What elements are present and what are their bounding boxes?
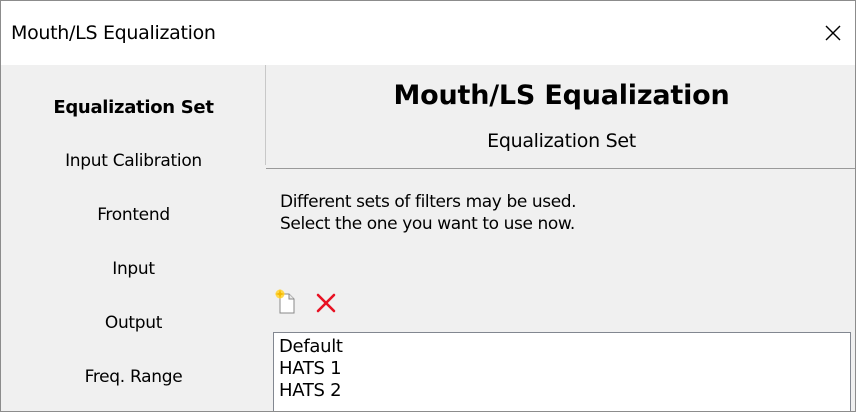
title-bar: Mouth/LS Equalization xyxy=(1,1,855,65)
close-icon xyxy=(825,25,841,41)
sidebar-item-freq-range[interactable]: Freq. Range xyxy=(1,352,266,402)
list-item[interactable]: HATS 2 xyxy=(274,380,850,402)
new-set-button[interactable] xyxy=(272,287,300,317)
sidebar-item-frontend[interactable]: Frontend xyxy=(1,190,266,240)
sidebar-item-input-calibration[interactable]: Input Calibration xyxy=(1,136,266,186)
sidebar-item-input[interactable]: Input xyxy=(1,244,266,294)
delete-icon xyxy=(316,293,336,313)
page-title: Mouth/LS Equalization xyxy=(393,80,730,111)
list-item[interactable]: Default xyxy=(274,336,850,358)
description: Different sets of filters may be used. S… xyxy=(280,191,577,235)
new-document-icon xyxy=(275,289,295,314)
sidebar-item-equalization-set[interactable]: Equalization Set xyxy=(1,82,266,132)
page-header: Mouth/LS Equalization Equalization Set xyxy=(266,65,855,168)
list-item[interactable]: HATS 1 xyxy=(274,358,850,380)
description-line-2: Select the one you want to use now. xyxy=(280,214,575,234)
equalization-set-list[interactable]: Default HATS 1 HATS 2 xyxy=(273,332,851,411)
description-line-1: Different sets of filters may be used. xyxy=(280,192,577,212)
close-button[interactable] xyxy=(813,15,853,51)
window-title: Mouth/LS Equalization xyxy=(11,22,216,44)
dialog-window: Mouth/LS Equalization Equalization Set I… xyxy=(0,0,856,412)
sidebar-nav: Equalization Set Input Calibration Front… xyxy=(1,65,266,411)
delete-set-button[interactable] xyxy=(312,287,340,317)
content-panel: Different sets of filters may be used. S… xyxy=(266,169,855,411)
sidebar-item-output[interactable]: Output xyxy=(1,298,266,348)
list-toolbar xyxy=(272,285,340,319)
page-subtitle: Equalization Set xyxy=(487,130,636,152)
